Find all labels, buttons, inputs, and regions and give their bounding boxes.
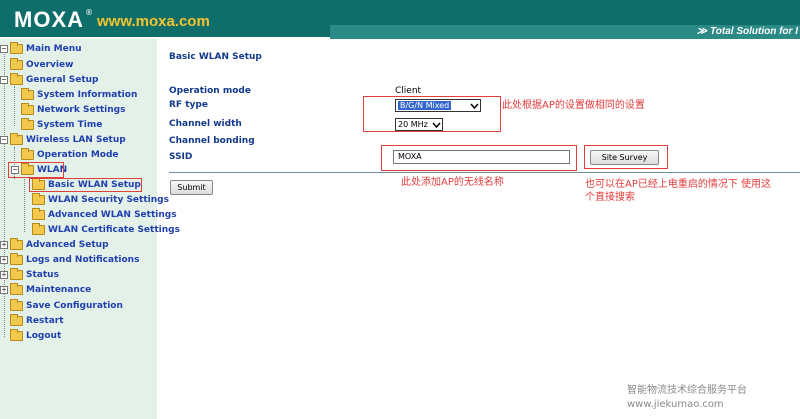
watermark-line1: 智能物流技术综合服务平台	[627, 385, 747, 396]
sidebar-item-advanced-wlan-settings[interactable]: Advanced WLAN Settings	[32, 208, 177, 222]
sidebar-item-advanced-setup[interactable]: + Advanced Setup	[0, 238, 109, 252]
tree-expander-icon[interactable]: −	[0, 136, 8, 144]
submit-button[interactable]: Submit	[170, 180, 213, 195]
folder-icon	[32, 193, 45, 205]
sidebar-item-label: Operation Mode	[37, 150, 119, 160]
folder-icon	[21, 118, 34, 130]
operation-mode-label: Operation mode	[169, 86, 251, 96]
tree-expander-icon[interactable]: +	[0, 241, 8, 249]
folder-icon	[32, 223, 45, 235]
ssid-annotation-note: 此处添加AP的无线名称	[401, 177, 504, 188]
folder-icon	[21, 103, 34, 115]
folder-icon	[10, 253, 23, 265]
sidebar-item-label: Logout	[26, 331, 62, 341]
sidebar-item-label: Save Configuration	[26, 301, 123, 311]
moxa-logo[interactable]: MOXA ® www.moxa.com	[14, 6, 210, 32]
sidebar-item-label: Wireless LAN Setup	[26, 135, 126, 145]
logo-text: MOXA	[14, 7, 84, 32]
sidebar-item-label: System Time	[37, 120, 103, 130]
highlight-box-site-survey	[584, 145, 668, 169]
sidebar-item-label: Restart	[26, 316, 64, 326]
sidebar-item-system-information[interactable]: System Information	[21, 88, 137, 102]
sidebar-item-label: General Setup	[26, 75, 99, 85]
tree-expander-icon[interactable]: +	[0, 286, 8, 294]
folder-icon	[10, 133, 23, 145]
page: MOXA ® www.moxa.com ≫ Total Solution for…	[0, 0, 800, 419]
sidebar-item-label: Advanced Setup	[26, 240, 109, 250]
sidebar-item-main-menu[interactable]: − Main Menu	[0, 42, 82, 56]
tree-expander-icon[interactable]: −	[0, 76, 8, 84]
sidebar-item-logs-and-notifications[interactable]: + Logs and Notifications	[0, 253, 139, 267]
operation-mode-value: Client	[395, 86, 422, 96]
sidebar-item-operation-mode[interactable]: Operation Mode	[21, 148, 119, 162]
channel-width-label: Channel width	[169, 119, 242, 129]
site-survey-annotation-line2: 个直接搜索	[585, 192, 635, 203]
highlight-box-basic-wlan-setup	[29, 178, 142, 192]
watermark-line2: www.jiekumao.com	[627, 399, 724, 410]
ssid-label: SSID	[169, 152, 193, 162]
sidebar-item-save-configuration[interactable]: Save Configuration	[10, 299, 123, 313]
sidebar-item-label: Main Menu	[26, 44, 82, 54]
sidebar-item-label: Status	[26, 270, 59, 280]
folder-icon	[21, 88, 34, 100]
sidebar-item-overview[interactable]: Overview	[10, 58, 73, 72]
folder-icon	[21, 148, 34, 160]
rf-annotation-note: 此处根据AP的设置做相同的设置	[502, 100, 645, 111]
folder-icon	[10, 268, 23, 280]
tree-line	[14, 86, 15, 126]
watermark: 智能物流技术综合服务平台 www.jiekumao.com	[627, 384, 747, 412]
sidebar-item-maintenance[interactable]: + Maintenance	[0, 283, 91, 297]
folder-icon	[10, 314, 23, 326]
sidebar-item-label: System Information	[37, 90, 138, 100]
sidebar-item-status[interactable]: + Status	[0, 268, 59, 282]
main-content: Basic WLAN Setup Operation mode Client R…	[157, 39, 800, 419]
rf-type-label: RF type	[169, 100, 208, 110]
sidebar-item-wlan-security-settings[interactable]: WLAN Security Settings	[32, 193, 169, 207]
form-divider	[169, 172, 800, 173]
tree-expander-icon[interactable]: +	[0, 256, 8, 264]
sidebar-item-general-setup[interactable]: − General Setup	[0, 73, 98, 87]
folder-icon	[10, 58, 23, 70]
folder-icon	[32, 208, 45, 220]
highlight-box-rf-settings	[363, 96, 501, 132]
sidebar-item-wireless-lan-setup[interactable]: − Wireless LAN Setup	[0, 133, 126, 147]
sidebar-item-system-time[interactable]: System Time	[21, 118, 102, 132]
tree-expander-icon[interactable]: +	[0, 271, 8, 279]
sidebar-item-network-settings[interactable]: Network Settings	[21, 103, 125, 117]
logo-registered-mark: ®	[85, 8, 93, 17]
folder-icon	[10, 73, 23, 85]
folder-icon	[10, 283, 23, 295]
sidebar-tree: − Main Menu Overview − General Setup Sys…	[0, 39, 180, 419]
folder-icon	[10, 42, 23, 54]
sidebar-item-logout[interactable]: Logout	[10, 329, 61, 343]
sidebar-item-label: Overview	[26, 60, 74, 70]
sidebar-item-label: Network Settings	[37, 105, 126, 115]
sidebar-item-label: WLAN Security Settings	[48, 195, 169, 205]
highlight-box-ssid	[381, 145, 577, 171]
tree-line	[24, 177, 25, 232]
folder-icon	[10, 329, 23, 341]
sidebar-item-restart[interactable]: Restart	[10, 314, 64, 328]
folder-icon	[10, 299, 23, 311]
logo-url: www.moxa.com	[97, 13, 210, 30]
page-title: Basic WLAN Setup	[169, 52, 262, 62]
highlight-box-wlan	[8, 162, 64, 178]
tree-expander-icon[interactable]: −	[0, 45, 8, 53]
sidebar-item-label: Logs and Notifications	[26, 255, 140, 265]
folder-icon	[10, 238, 23, 250]
header-tagline: ≫ Total Solution for I	[696, 26, 798, 37]
sidebar-item-label: Maintenance	[26, 285, 92, 295]
site-survey-annotation-line1: 也可以在AP已经上电重启的情况下 使用这	[585, 179, 772, 190]
channel-bonding-label: Channel bonding	[169, 136, 255, 146]
